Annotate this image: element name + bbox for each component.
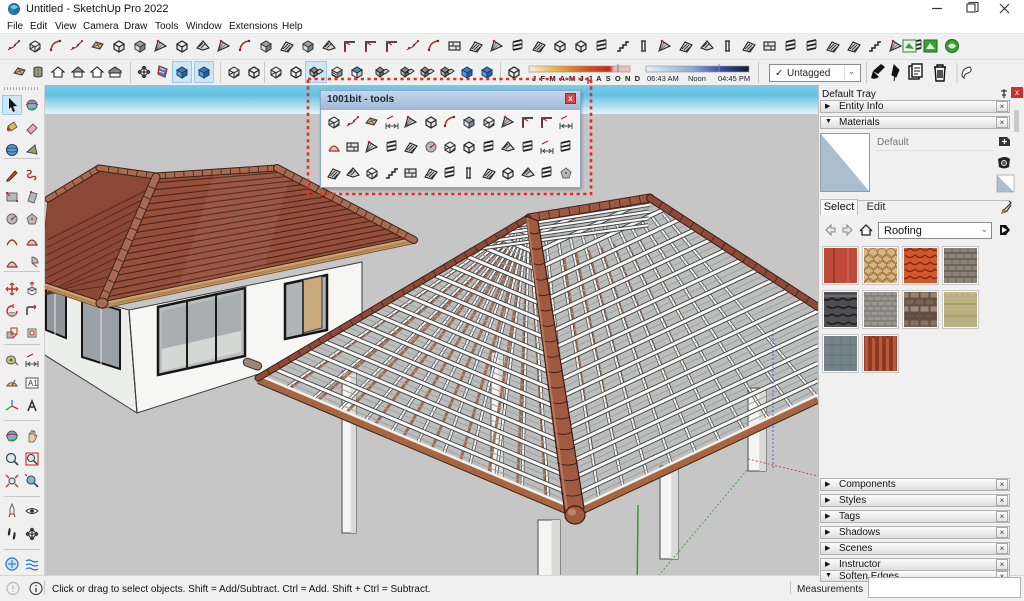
svg-text:06:43 AM: 06:43 AM — [647, 74, 679, 83]
svg-text:Noon: Noon — [688, 74, 706, 83]
svg-text:04:45 PM: 04:45 PM — [718, 74, 750, 83]
